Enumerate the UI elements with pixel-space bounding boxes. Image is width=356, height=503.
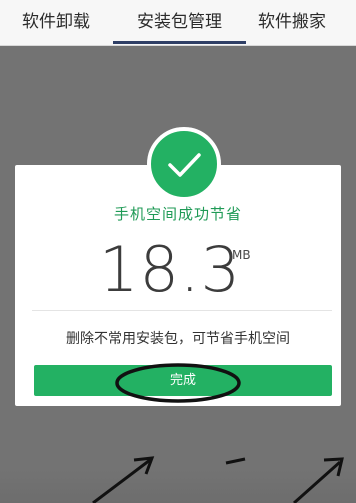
- tab-app-move[interactable]: 软件搬家: [258, 0, 356, 45]
- tab-uninstall[interactable]: 软件卸载: [0, 0, 112, 45]
- done-button[interactable]: 完成: [34, 365, 332, 396]
- overlay-bottom: [0, 470, 356, 503]
- check-icon: [168, 153, 201, 177]
- saved-size-unit: MB: [232, 248, 251, 262]
- tab-bar: 软件卸载 安装包管理 软件搬家: [0, 0, 356, 46]
- success-dialog: 手机空间成功节省 18.3 MB 删除不常用安装包，可节省手机空间 完成: [15, 165, 341, 406]
- active-tab-indicator: [113, 41, 246, 44]
- dialog-title: 手机空间成功节省: [113, 205, 242, 223]
- success-badge: [147, 127, 221, 201]
- tab-package-manager[interactable]: 安装包管理: [113, 0, 246, 45]
- saved-size-value: 18.3: [99, 233, 242, 306]
- done-button-label: 完成: [169, 373, 196, 388]
- dialog-divider: [32, 310, 332, 311]
- dialog-hint: 删除不常用安装包，可节省手机空间: [66, 331, 290, 347]
